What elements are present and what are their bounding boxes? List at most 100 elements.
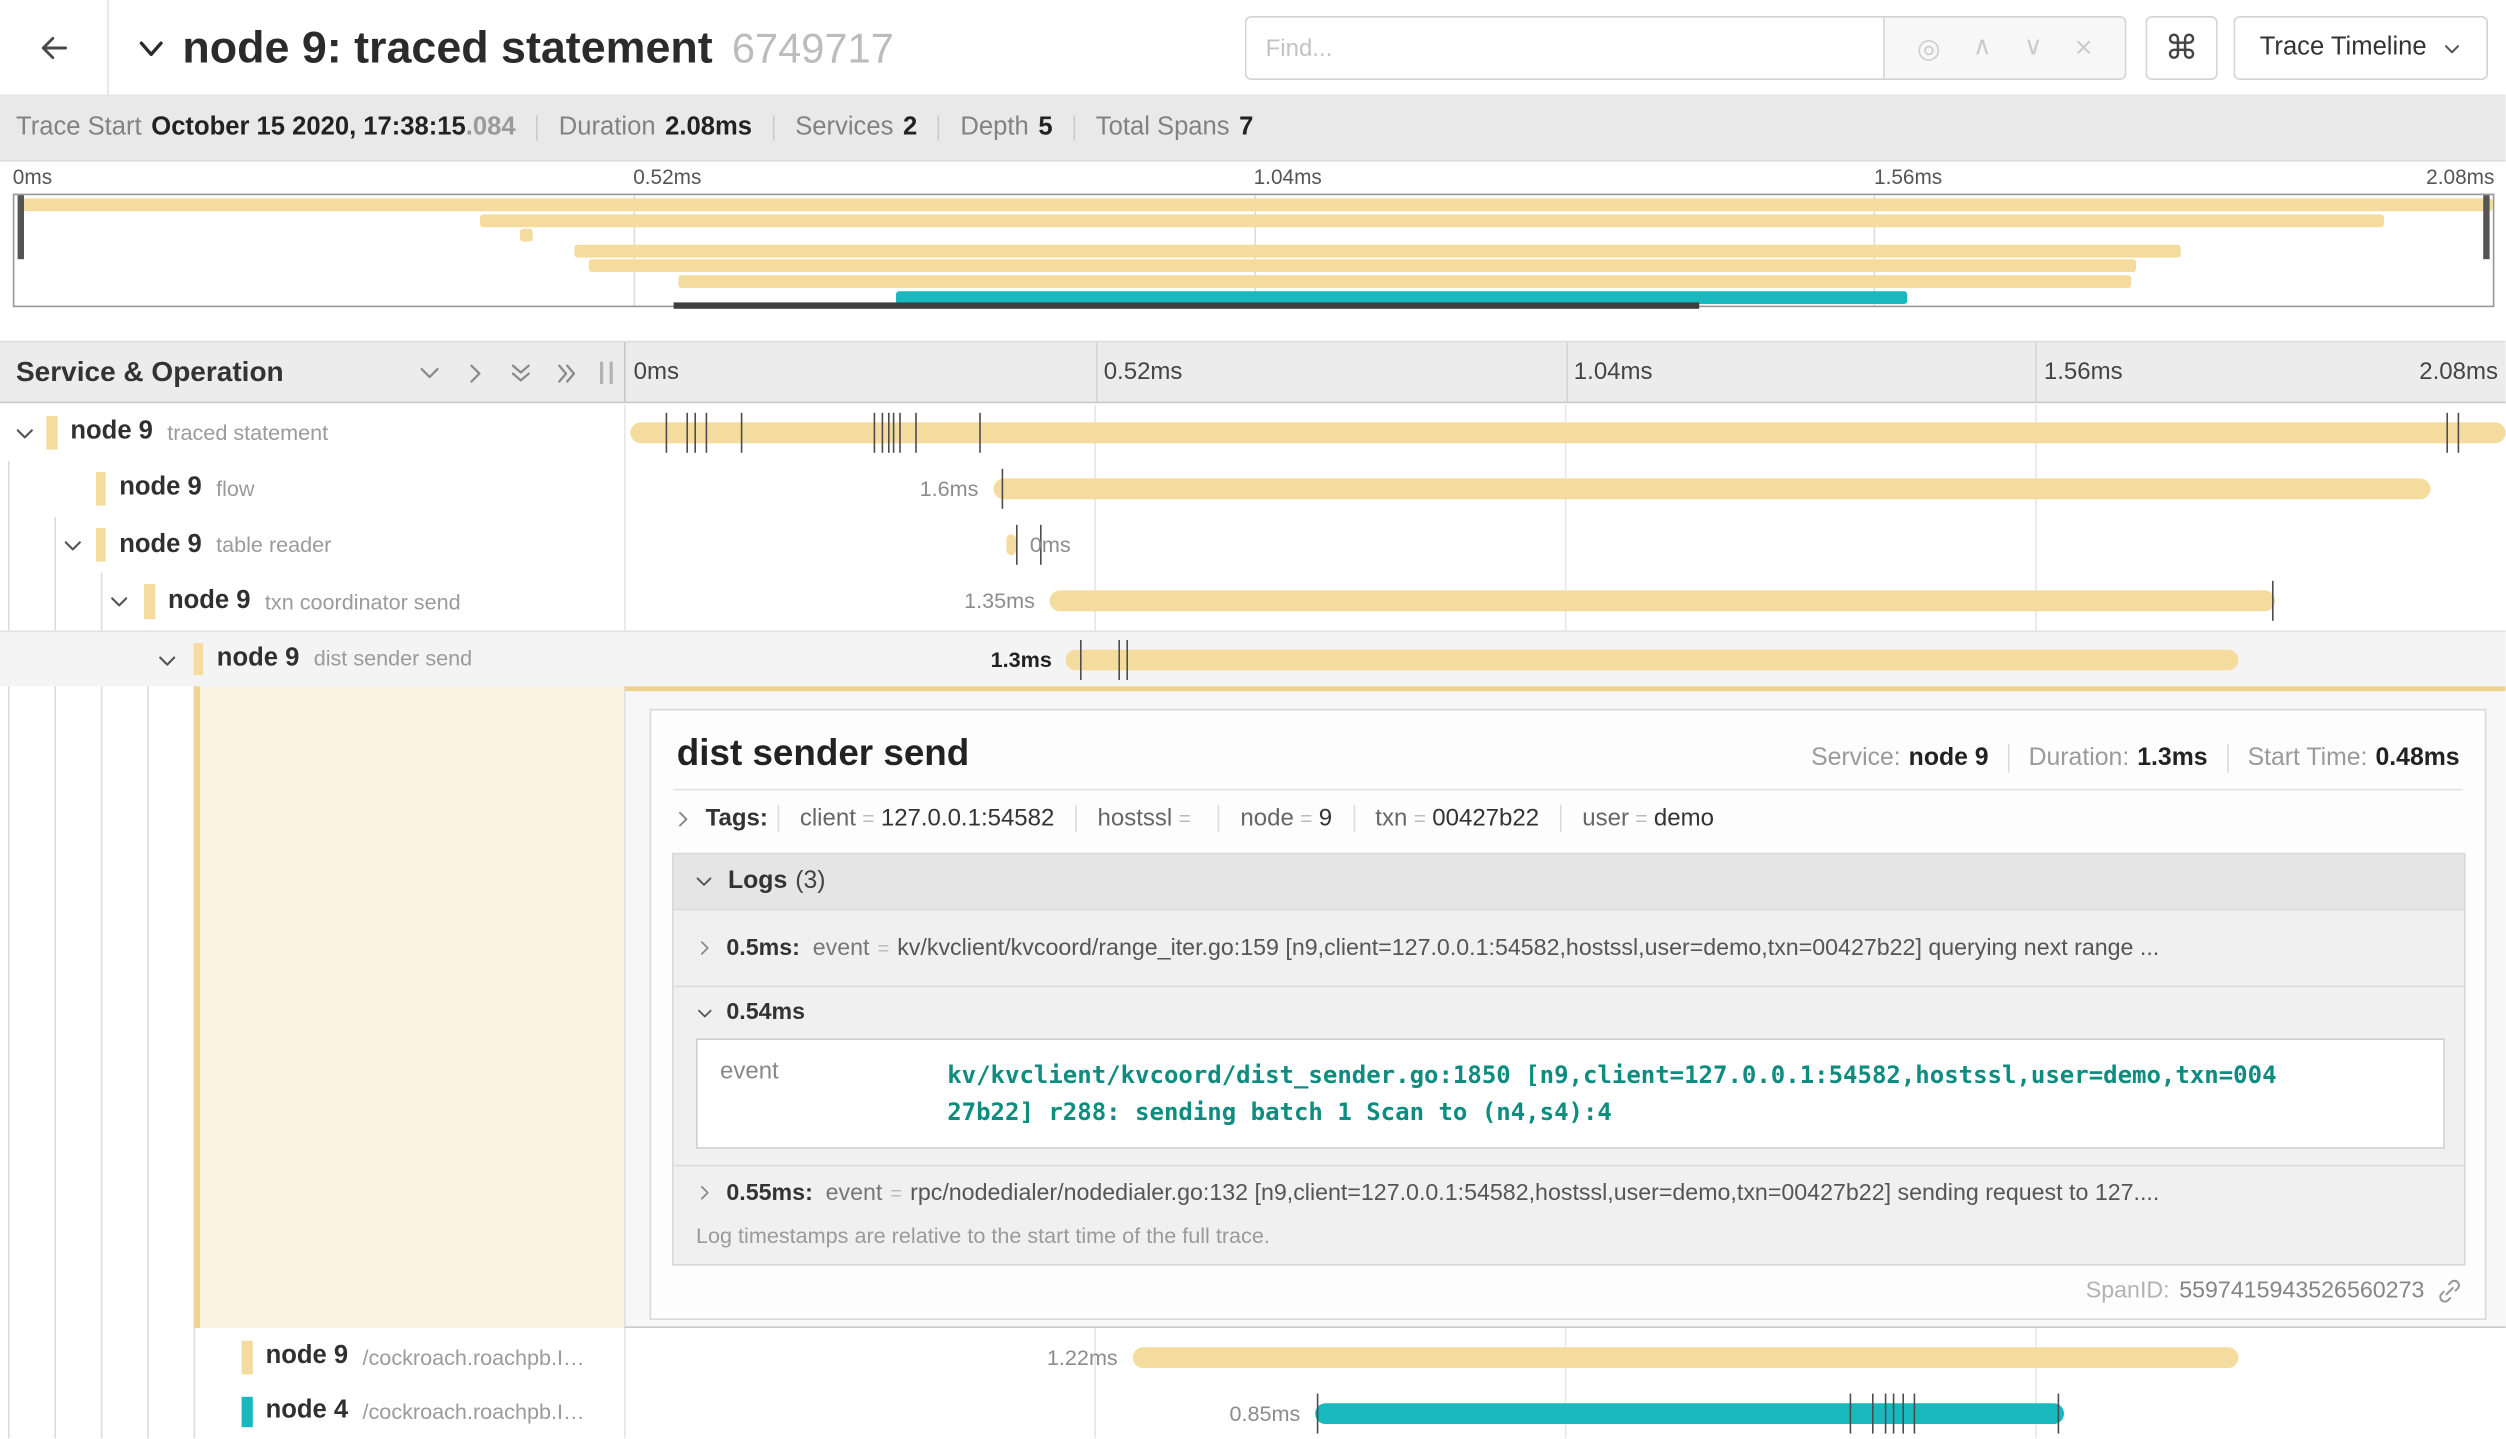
- minimap-span-bar: [679, 275, 2131, 288]
- find-input[interactable]: [1245, 16, 1885, 80]
- span-row-flow[interactable]: node 9 flow 1.6ms: [0, 460, 2506, 516]
- minimap-scroll-indicator[interactable]: [674, 302, 1700, 308]
- span-row-node4-roachpb[interactable]: node 4 /cockroach.roachpb.I… 0.85ms: [0, 1385, 2506, 1439]
- service-color-bar: [242, 1396, 252, 1428]
- minimap-span-bar: [480, 214, 2383, 227]
- operation-name: table reader: [216, 533, 331, 557]
- span-bar[interactable]: [1066, 649, 2238, 670]
- span-row-table-reader[interactable]: node 9 table reader 0ms: [0, 517, 2506, 573]
- collapse-all-icon[interactable]: [507, 360, 534, 387]
- operation-name: /cockroach.roachpb.I…: [363, 1400, 585, 1424]
- span-timeline-cell[interactable]: [624, 404, 2506, 460]
- log-event-table: event kv/kvclient/kvcoord/dist_sender.go…: [696, 1038, 2445, 1148]
- log-marker-tick: [1119, 640, 1121, 680]
- expand-all-icon[interactable]: [554, 360, 581, 387]
- minimap-span-bar: [520, 229, 532, 242]
- minimap-right-scrubber-handle[interactable]: [2483, 195, 2489, 259]
- keyboard-shortcuts-button[interactable]: ⌘: [2146, 16, 2218, 80]
- span-name-cell[interactable]: node 9 dist sender send: [0, 632, 624, 687]
- span-row-node9-roachpb[interactable]: node 9 /cockroach.roachpb.I… 1.22ms: [0, 1329, 2506, 1385]
- log-marker-tick: [2457, 412, 2459, 452]
- chevron-down-icon[interactable]: [134, 31, 168, 65]
- span-bar[interactable]: [1006, 535, 1015, 556]
- timeline-ruler: 0ms 0.52ms 1.04ms 1.56ms 2.08ms: [624, 342, 2506, 401]
- log-value: rpc/nodedialer/nodedialer.go:132 [n9,cli…: [910, 1180, 2159, 1206]
- log-entry[interactable]: 0.55ms: event = rpc/nodedialer/nodediale…: [674, 1165, 2465, 1219]
- span-timeline-cell[interactable]: 1.35ms: [624, 573, 2506, 629]
- minimap-tick: 1.56ms: [1874, 165, 1942, 189]
- span-row-txn-coordinator-send[interactable]: node 9 txn coordinator send 1.35ms: [0, 573, 2506, 629]
- minimap-tick-labels: 0ms 0.52ms 1.04ms 1.56ms 2.08ms: [13, 162, 2495, 194]
- span-duration-label: 1.22ms: [1047, 1329, 1118, 1385]
- locate-icon[interactable]: ◎: [1917, 34, 1941, 61]
- span-id-row: SpanID: 5597415943526560273: [2086, 1278, 2463, 1304]
- minimap-tick: 0ms: [13, 165, 52, 189]
- logs-header[interactable]: Logs (3): [674, 854, 2465, 908]
- view-selector-button[interactable]: Trace Timeline: [2234, 16, 2488, 80]
- span-name-cell[interactable]: node 9 /cockroach.roachpb.I…: [0, 1329, 624, 1385]
- span-bar[interactable]: [1132, 1346, 2239, 1367]
- span-bar[interactable]: [993, 478, 2431, 499]
- log-marker-tick: [2446, 412, 2448, 452]
- timeline-minimap[interactable]: [13, 194, 2495, 308]
- span-name-cell[interactable]: node 4 /cockroach.roachpb.I…: [0, 1385, 624, 1439]
- chevron-right-icon: [674, 809, 693, 828]
- span-name-cell[interactable]: node 9 table reader: [0, 517, 624, 573]
- link-icon[interactable]: [2437, 1278, 2463, 1304]
- log-marker-tick: [1872, 1393, 1874, 1433]
- tags-accordion[interactable]: Tags: client=127.0.0.1:54582 hostssl= no…: [651, 790, 2485, 844]
- tag-client: client=127.0.0.1:54582: [777, 805, 1075, 832]
- span-id-value: 5597415943526560273: [2179, 1278, 2424, 1304]
- minimap-left-scrubber-handle[interactable]: [18, 195, 24, 259]
- span-timeline-cell[interactable]: 0.85ms: [624, 1385, 2506, 1439]
- timeline-column-header: Service & Operation 0ms 0.52ms 1.04ms 1.…: [0, 341, 2506, 403]
- span-timeline-cell[interactable]: 1.6ms: [624, 460, 2506, 516]
- trace-title-group: node 9: traced statement 6749717: [134, 0, 893, 96]
- trace-depth: Depth5: [938, 115, 1073, 141]
- span-row-dist-sender-send[interactable]: node 9 dist sender send 1.3ms: [0, 630, 2506, 686]
- log-marker-tick: [2273, 581, 2275, 621]
- chevron-down-icon[interactable]: [13, 422, 37, 446]
- log-timestamp: 0.55ms:: [726, 1180, 812, 1206]
- log-marker-tick: [1079, 640, 1081, 680]
- event-value: kv/kvclient/kvcoord/dist_sender.go:1850 …: [947, 1058, 2278, 1130]
- collapse-one-icon[interactable]: [416, 360, 443, 387]
- log-entry[interactable]: 0.5ms: event = kv/kvclient/kvcoord/range…: [674, 909, 2465, 986]
- span-name-cell[interactable]: node 9 traced statement: [0, 404, 624, 460]
- span-name-cell[interactable]: node 9 flow: [0, 460, 624, 516]
- page-title: node 9: traced statement: [182, 22, 712, 73]
- span-timeline-cell[interactable]: 1.3ms: [624, 632, 2506, 687]
- arrow-left-icon: [34, 29, 72, 67]
- ruler-tick: 1.56ms: [2044, 342, 2123, 401]
- operation-name: traced statement: [167, 420, 328, 444]
- log-marker-tick: [980, 412, 982, 452]
- trace-start: Trace StartOctober 15 2020, 17:38:15.084: [0, 115, 536, 141]
- span-row-traced-statement[interactable]: node 9 traced statement: [0, 404, 2506, 460]
- span-bar[interactable]: [1049, 591, 2274, 612]
- ruler-tick: 1.04ms: [1574, 342, 1653, 401]
- logs-footer-note: Log timestamps are relative to the start…: [674, 1219, 2465, 1264]
- next-match-icon[interactable]: ∨: [2024, 35, 2043, 61]
- log-entry-expanded-header[interactable]: 0.54ms: [674, 986, 2465, 1039]
- minimap-span-bar: [22, 198, 2493, 211]
- span-bar[interactable]: [630, 422, 2506, 443]
- find-toolbar: ◎ ∧ ∨ ×: [1883, 16, 2126, 80]
- clear-search-icon[interactable]: ×: [2075, 33, 2093, 63]
- span-name-cell[interactable]: node 9 txn coordinator send: [0, 573, 624, 629]
- expand-one-icon[interactable]: [462, 360, 489, 387]
- chevron-down-icon[interactable]: [60, 535, 84, 559]
- log-marker-tick: [705, 412, 707, 452]
- span-timeline-cell[interactable]: 0ms: [624, 517, 2506, 573]
- log-marker-tick: [874, 412, 876, 452]
- ruler-grid-line: [1096, 342, 1098, 401]
- column-resize-grip[interactable]: [600, 362, 613, 384]
- span-timeline-cell[interactable]: 1.22ms: [624, 1329, 2506, 1385]
- span-bar[interactable]: [1315, 1402, 2064, 1423]
- prev-match-icon[interactable]: ∧: [1973, 35, 1992, 61]
- chevron-down-icon[interactable]: [154, 649, 178, 673]
- log-marker-tick: [694, 412, 696, 452]
- back-button[interactable]: [0, 0, 109, 96]
- service-operation-header: Service & Operation: [0, 342, 624, 401]
- chevron-down-icon[interactable]: [107, 591, 131, 615]
- command-icon: ⌘: [2165, 28, 2199, 68]
